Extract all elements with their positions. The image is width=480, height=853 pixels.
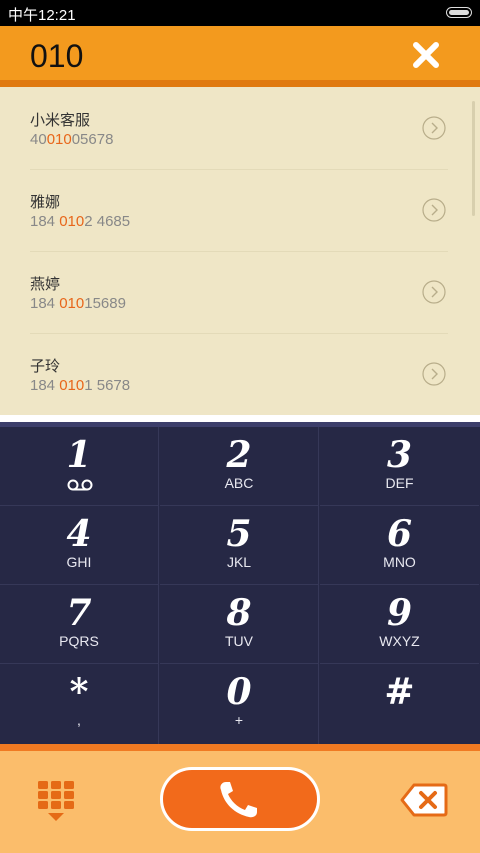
contact-number: 184 0101 5678 <box>30 377 131 394</box>
key-digit: 2 <box>226 434 252 476</box>
chevron-right-circle-icon[interactable] <box>422 362 446 386</box>
key-digit: 0 <box>226 671 252 713</box>
key-digit: * <box>69 671 89 713</box>
dial-header: 010 <box>0 26 480 87</box>
contact-name: 小米客服 <box>30 111 91 129</box>
list-item[interactable]: 雅娜 184 0102 4685 <box>30 169 448 252</box>
list-item[interactable]: 燕婷 184 01015689 <box>30 251 448 334</box>
key-letters: DEF <box>385 475 414 491</box>
list-item[interactable]: 子玲 184 0101 5678 <box>30 333 448 415</box>
contact-name: 燕婷 <box>30 275 61 293</box>
key-letters: GHI <box>66 554 92 570</box>
contact-number: 184 01015689 <box>30 295 126 312</box>
key-star[interactable]: * , <box>0 664 159 744</box>
contact-name: 雅娜 <box>30 193 61 211</box>
status-bar: 中午12:21 <box>0 0 480 26</box>
backspace-icon[interactable] <box>400 782 448 818</box>
bottom-action-bar <box>0 751 480 853</box>
key-digit: # <box>384 671 415 713</box>
key-digit: 4 <box>66 513 92 555</box>
key-7[interactable]: 7 PQRS <box>0 585 159 664</box>
key-3[interactable]: 3 DEF <box>320 427 479 506</box>
key-0[interactable]: 0 + <box>160 664 319 744</box>
key-9[interactable]: 9 WXYZ <box>320 585 479 664</box>
key-letters: + <box>234 712 244 728</box>
key-letters: TUV <box>225 633 253 649</box>
key-5[interactable]: 5 JKL <box>160 506 319 585</box>
key-digit: 8 <box>226 592 252 634</box>
key-digit: 6 <box>386 513 413 555</box>
scrollbar[interactable] <box>472 101 475 216</box>
divider <box>0 415 480 422</box>
dialed-number-field[interactable]: 010 <box>30 38 83 75</box>
key-letters: PQRS <box>59 633 99 649</box>
key-letters: WXYZ <box>379 633 420 649</box>
search-results-list: 小米客服 4001005678 雅娜 184 0102 4685 燕婷 184 … <box>0 87 480 415</box>
key-2[interactable]: 2 ABC <box>160 427 319 506</box>
list-item[interactable]: 小米客服 4001005678 <box>30 87 448 170</box>
chevron-right-circle-icon[interactable] <box>422 280 446 304</box>
key-4[interactable]: 4 GHI <box>0 506 159 585</box>
key-letters: MNO <box>383 554 416 570</box>
battery-icon <box>446 7 472 18</box>
phone-handset-icon <box>220 782 257 818</box>
divider <box>0 744 480 751</box>
voicemail-icon <box>67 479 93 491</box>
dialpad: 1 2 ABC 3 DEF 4 GHI 5 JKL 6 MNO 7 PQRS 8… <box>0 427 480 744</box>
dialpad-collapse-icon[interactable] <box>36 779 76 823</box>
key-digit: 5 <box>226 513 252 555</box>
key-digit: 1 <box>66 434 92 476</box>
chevron-right-circle-icon[interactable] <box>422 198 446 222</box>
key-letters: JKL <box>226 554 252 570</box>
key-letters: ABC <box>224 475 254 491</box>
clear-x-icon[interactable] <box>410 39 442 71</box>
key-digit: 3 <box>386 434 413 476</box>
contact-name: 子玲 <box>30 357 61 375</box>
contact-number: 4001005678 <box>30 131 114 148</box>
call-button[interactable] <box>160 767 320 831</box>
key-6[interactable]: 6 MNO <box>320 506 479 585</box>
key-hash[interactable]: # <box>320 664 479 744</box>
status-time: 中午12:21 <box>8 7 76 24</box>
key-letters: , <box>77 712 81 728</box>
key-digit: 9 <box>386 592 413 634</box>
key-8[interactable]: 8 TUV <box>160 585 319 664</box>
chevron-right-circle-icon[interactable] <box>422 116 446 140</box>
key-digit: 7 <box>66 592 92 634</box>
key-1[interactable]: 1 <box>0 427 159 506</box>
contact-number: 184 0102 4685 <box>30 213 131 230</box>
